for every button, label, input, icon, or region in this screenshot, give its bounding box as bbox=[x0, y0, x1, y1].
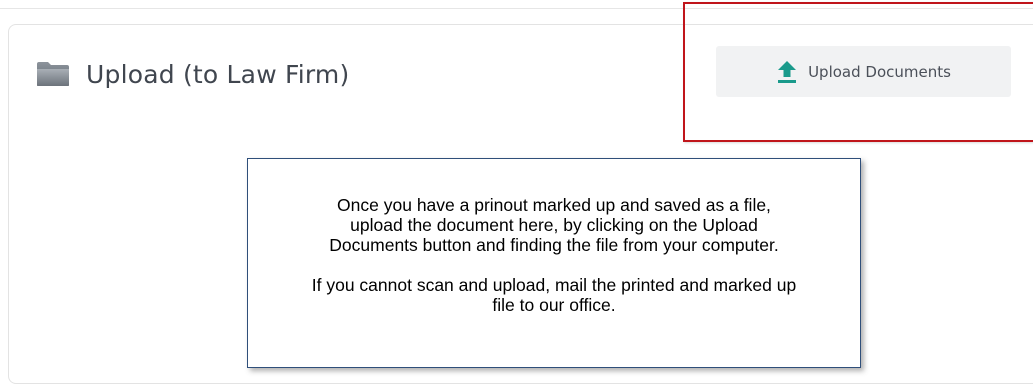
panel-title: Upload (to Law Firm) bbox=[86, 59, 350, 89]
callout-paragraph-2: If you cannot scan and upload, mail the … bbox=[248, 275, 860, 315]
instruction-callout: Once you have a prinout marked up and sa… bbox=[247, 158, 861, 368]
callout-line: file to our office. bbox=[492, 295, 616, 315]
panel-header: Upload (to Law Firm) bbox=[36, 56, 349, 92]
callout-line: If you cannot scan and upload, mail the … bbox=[311, 275, 797, 295]
upload-documents-label: Upload Documents bbox=[808, 62, 951, 81]
callout-paragraph-1: Once you have a prinout marked up and sa… bbox=[248, 195, 860, 255]
callout-line: Documents button and finding the file fr… bbox=[329, 235, 779, 255]
upload-icon bbox=[776, 60, 798, 84]
upload-documents-button[interactable]: Upload Documents bbox=[716, 46, 1011, 97]
callout-line: upload the document here, by clicking on… bbox=[350, 215, 758, 235]
folder-icon bbox=[36, 61, 70, 87]
top-strip bbox=[0, 0, 1033, 9]
callout-line: Once you have a prinout marked up and sa… bbox=[337, 195, 771, 215]
